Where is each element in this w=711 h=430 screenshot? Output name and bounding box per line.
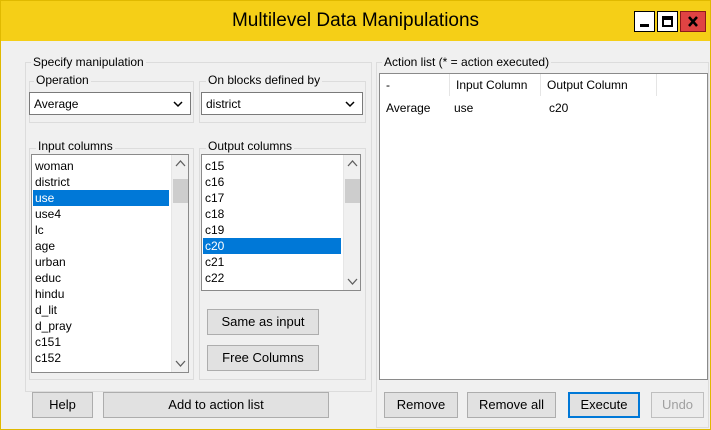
close-icon <box>688 16 698 27</box>
help-button[interactable]: Help <box>32 392 93 418</box>
output-columns-items: c15 c16 c17 c18 c19 c20 c21 c22 <box>203 158 341 286</box>
operation-value: Average <box>34 97 79 111</box>
same-as-input-button[interactable]: Same as input <box>207 309 319 335</box>
action-list-header: - Input Column Output Column <box>380 74 707 96</box>
remove-button[interactable]: Remove <box>384 392 458 418</box>
list-item[interactable]: c19 <box>203 222 341 238</box>
row-input: use <box>454 101 474 115</box>
remove-all-button[interactable]: Remove all <box>467 392 556 418</box>
list-item[interactable]: c15 <box>203 158 341 174</box>
undo-button[interactable]: Undo <box>651 392 704 418</box>
list-item[interactable]: use4 <box>33 206 169 222</box>
list-item[interactable]: c16 <box>203 174 341 190</box>
list-item[interactable]: use <box>33 190 169 206</box>
action-list-label: Action list (* = action executed) <box>382 55 552 69</box>
action-list-view[interactable]: - Input Column Output Column Average use… <box>379 73 708 380</box>
operation-select[interactable]: Average <box>29 92 191 115</box>
input-columns-label: Input columns <box>36 139 115 153</box>
row-operation: Average <box>386 101 431 115</box>
list-item[interactable]: lc <box>33 222 169 238</box>
list-item[interactable]: d_pray <box>33 318 169 334</box>
execute-button[interactable]: Execute <box>568 392 640 418</box>
free-columns-button[interactable]: Free Columns <box>207 345 319 371</box>
scroll-up-icon[interactable] <box>344 155 361 172</box>
title-bar[interactable]: Multilevel Data Manipulations <box>1 1 710 41</box>
list-item[interactable]: d_lit <box>33 302 169 318</box>
output-columns-list[interactable]: c15 c16 c17 c18 c19 c20 c21 c22 <box>201 154 361 291</box>
output-scroll-thumb[interactable] <box>345 179 360 203</box>
list-item[interactable]: c17 <box>203 190 341 206</box>
list-item[interactable]: c20 <box>203 238 341 254</box>
minimize-icon <box>640 24 649 27</box>
list-item[interactable]: c151 <box>33 334 169 350</box>
list-item[interactable]: c22 <box>203 270 341 286</box>
chevron-down-icon <box>173 101 183 108</box>
list-item[interactable]: c18 <box>203 206 341 222</box>
output-columns-scrollbar[interactable] <box>343 155 360 290</box>
list-item[interactable]: c21 <box>203 254 341 270</box>
input-columns-items: woman district use use4 lc age urban educ hindu d… <box>33 158 169 366</box>
chevron-down-icon <box>345 101 355 108</box>
input-scroll-thumb[interactable] <box>173 179 188 203</box>
table-row[interactable]: Average use c20 <box>380 99 707 117</box>
input-columns-scrollbar[interactable] <box>171 155 188 372</box>
blocks-value: district <box>206 97 241 111</box>
close-button[interactable] <box>680 11 706 32</box>
maximize-button[interactable] <box>657 11 678 32</box>
specify-manipulation-label: Specify manipulation <box>31 55 146 69</box>
scroll-up-icon[interactable] <box>172 155 189 172</box>
list-item[interactable]: woman <box>33 158 169 174</box>
list-item[interactable]: urban <box>33 254 169 270</box>
list-item[interactable]: educ <box>33 270 169 286</box>
column-header-operation[interactable]: - <box>380 74 450 96</box>
main-window: Multilevel Data Manipulations Specify ma… <box>0 0 711 430</box>
minimize-button[interactable] <box>634 11 655 32</box>
add-to-action-list-button[interactable]: Add to action list <box>103 392 329 418</box>
maximize-icon <box>662 16 673 27</box>
column-header-input[interactable]: Input Column <box>450 74 541 96</box>
list-item[interactable]: c152 <box>33 350 169 366</box>
operation-label: Operation <box>34 73 91 87</box>
window-title: Multilevel Data Manipulations <box>231 10 480 31</box>
scroll-down-icon[interactable] <box>172 355 189 372</box>
list-item[interactable]: district <box>33 174 169 190</box>
list-item[interactable]: hindu <box>33 286 169 302</box>
row-output: c20 <box>549 101 569 115</box>
scroll-down-icon[interactable] <box>344 273 361 290</box>
list-item[interactable]: age <box>33 238 169 254</box>
blocks-select[interactable]: district <box>201 92 363 115</box>
blocks-label: On blocks defined by <box>206 73 323 87</box>
column-header-output[interactable]: Output Column <box>541 74 657 96</box>
input-columns-list[interactable]: woman district use use4 lc age urban educ hindu d… <box>31 154 189 373</box>
output-columns-label: Output columns <box>206 139 295 153</box>
